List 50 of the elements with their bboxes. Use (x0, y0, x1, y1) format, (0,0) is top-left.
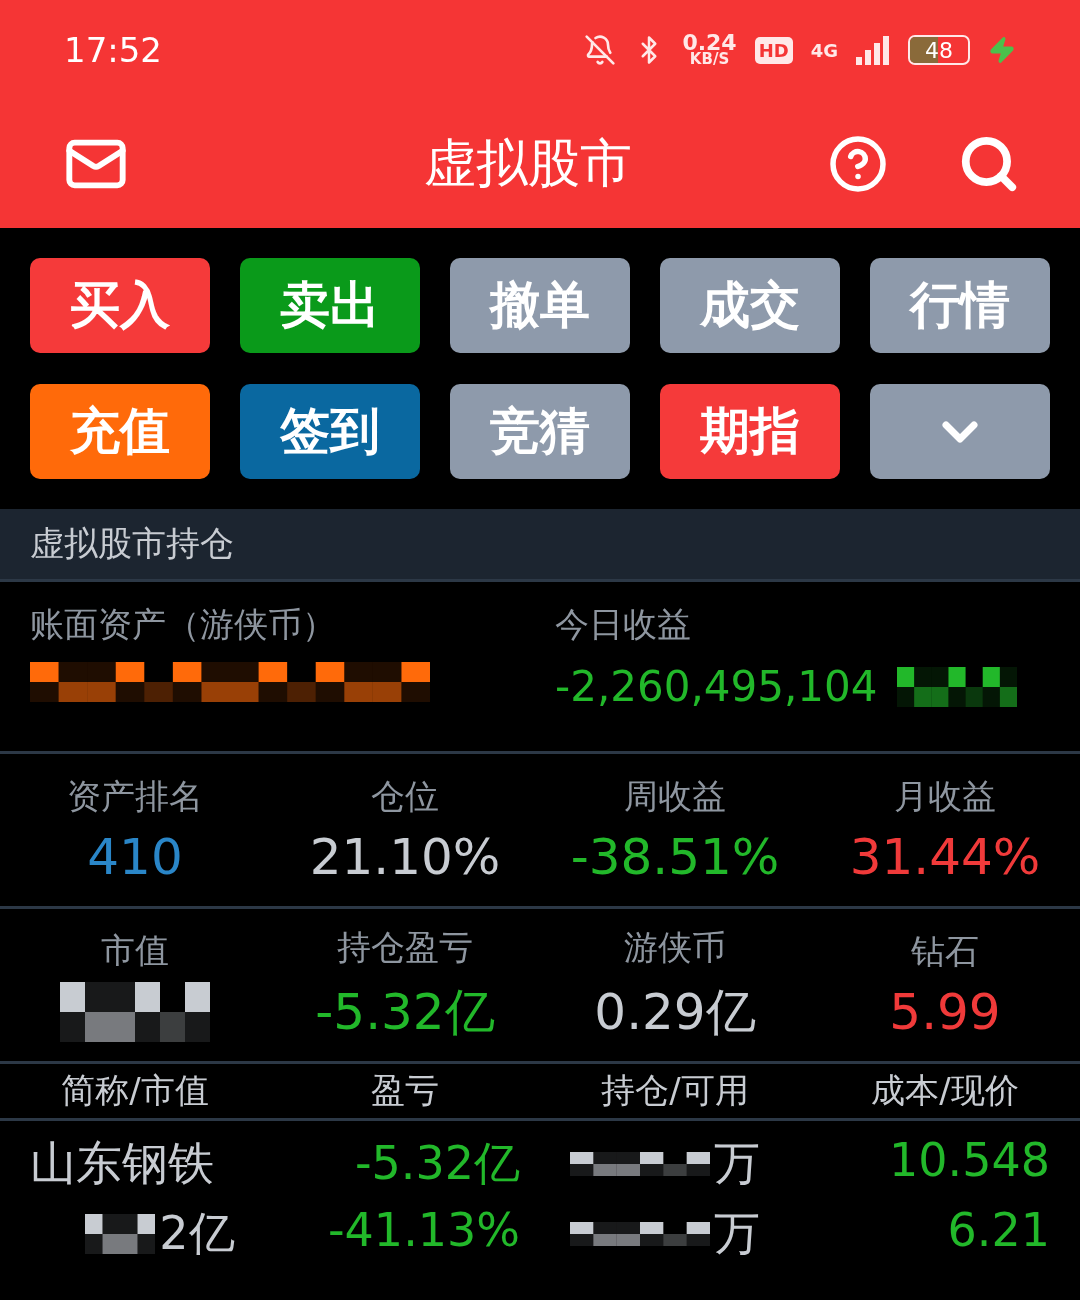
stat-label: 游侠币 (624, 925, 726, 969)
stat-value: 21.10% (309, 828, 501, 886)
stat-label: 持仓盈亏 (337, 925, 473, 969)
stat-label: 仓位 (371, 775, 439, 818)
stat-label: 资产排名 (67, 775, 203, 818)
action-button[interactable]: 行情 (870, 258, 1050, 353)
mosaic-drawing (85, 1214, 156, 1254)
action-button[interactable]: 卖出 (240, 258, 420, 353)
summary-label: 账面资产（游侠币） (30, 603, 337, 646)
holding-cell-text: 万 (714, 1135, 760, 1192)
app-title: 虚拟股市 (423, 132, 633, 195)
profit-percent-cell-text: -41.13% (327, 1203, 520, 1259)
stat-label: 周收益 (624, 775, 726, 818)
stat-label: 市值 (101, 929, 169, 972)
market-value-cell-text: 2亿 (159, 1205, 235, 1262)
action-button[interactable]: 撤单 (450, 258, 630, 353)
network-type: 4G (810, 39, 838, 61)
section-title: 虚拟股市持仓 (30, 522, 234, 565)
column-header: 成本/现价 (870, 1069, 1020, 1112)
stat-value: 31.44% (849, 828, 1041, 886)
stat-value: -5.32亿 (315, 981, 495, 1043)
hd-badge: HD (754, 36, 793, 64)
action-button[interactable]: 签到 (240, 384, 420, 479)
column-header: 持仓/可用 (600, 1069, 750, 1112)
summary-value: -2,260,495,104 (555, 662, 878, 711)
stat-value: 410 (87, 828, 183, 886)
action-button[interactable]: 买入 (30, 258, 210, 353)
battery-icon: 48 (908, 35, 970, 65)
stat-value: -38.51% (570, 828, 780, 886)
profit-cell-text: -5.32亿 (353, 1135, 520, 1192)
speed-unit: KB/S (689, 53, 730, 67)
price-cell-text: 6.21 (946, 1203, 1050, 1259)
stat-value: 0.29亿 (594, 981, 756, 1043)
clock-time: 17:52 (64, 30, 163, 70)
summary-label: 今日收益 (555, 603, 692, 646)
action-button[interactable]: 期指 (660, 384, 840, 479)
stock-name: 山东钢铁 (30, 1135, 215, 1192)
column-header: 简称/市值 (60, 1069, 210, 1112)
cost-cell-text: 10.548 (888, 1133, 1050, 1189)
available-cell-text: 万 (714, 1205, 760, 1262)
stat-value: 5.99 (889, 983, 1001, 1041)
action-button[interactable]: 成交 (660, 258, 840, 353)
signal-icon (856, 35, 890, 65)
action-button[interactable]: 充值 (30, 384, 210, 479)
mute-icon (584, 34, 617, 66)
help-icon[interactable] (828, 134, 888, 194)
stat-label: 月收益 (894, 775, 996, 818)
stat-label: 钻石 (911, 930, 979, 973)
column-header: 盈亏 (370, 1069, 440, 1112)
action-button[interactable]: 竞猜 (450, 384, 630, 479)
